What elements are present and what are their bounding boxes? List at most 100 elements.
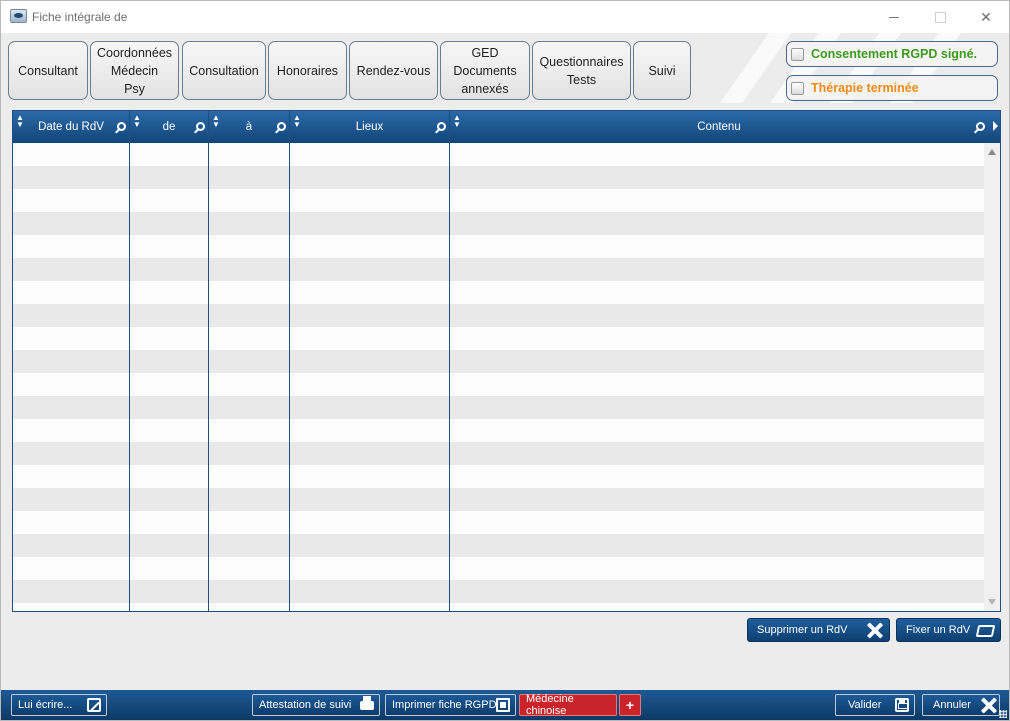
table-row[interactable] [13,166,985,189]
column-label: Lieux [355,121,384,133]
window-title: Fiche intégrale de [32,10,128,24]
checkbox-box[interactable] [791,81,804,95]
column-divider [449,111,450,611]
column-header-date[interactable]: ▲ ▼ Date du RdV [13,111,130,143]
validate-button[interactable]: Valider [835,694,915,716]
table-row[interactable] [13,488,985,511]
table-row[interactable] [13,189,985,212]
tab-honoraires[interactable]: Honoraires [268,41,347,100]
table-row[interactable] [13,557,985,580]
tab-rendez-vous-label: Rendez-vous [356,63,431,78]
rgpd-consent-label: Consentement RGPD signé. [811,47,977,61]
print-rgpd-button[interactable]: Imprimer fiche RGPD [385,694,516,716]
column-divider [208,111,209,611]
table-row[interactable] [13,304,985,327]
validate-label: Valider [848,699,882,711]
table-row[interactable] [13,235,985,258]
plus-label: + [625,697,635,713]
close-x-icon [980,697,994,711]
sort-icon[interactable]: ▲ ▼ [16,114,24,129]
search-icon[interactable] [437,122,446,131]
app-logo-icon [10,9,27,23]
column-divider [289,111,290,611]
table-row[interactable] [13,419,985,442]
column-label: Date du RdV [38,121,104,133]
table-row[interactable] [13,442,985,465]
tab-suivi-label: Suivi [648,63,676,78]
write-button[interactable]: Lui écrire... [11,694,107,716]
save-icon [895,698,909,712]
scroll-right-icon[interactable] [993,121,998,131]
minimize-icon[interactable] [871,5,917,29]
chinese-medicine-button[interactable]: Médecine chinoise [519,693,617,717]
tab-consultant[interactable]: Consultant [8,41,88,100]
tab-consultation[interactable]: Consultation [182,41,266,100]
tab-rendez-vous[interactable]: Rendez-vous [349,41,438,100]
title-bar: Fiche intégrale de ✕ [1,1,1009,33]
column-label: de [162,121,176,133]
column-label: à [245,121,253,133]
search-icon[interactable] [196,122,205,131]
close-icon[interactable]: ✕ [963,5,1009,29]
sort-icon[interactable]: ▲ ▼ [453,114,461,129]
column-header-a[interactable]: ▲ ▼ à [209,111,290,143]
delete-appointment-label: Supprimer un RdV [757,624,848,636]
tab-consultant-label: Consultant [18,63,78,78]
table-row[interactable] [13,511,985,534]
column-header-lieux[interactable]: ▲ ▼ Lieux [290,111,450,143]
rgpd-consent-checkbox[interactable]: Consentement RGPD signé. [786,41,998,67]
tab-ged[interactable]: GED Documents annexés [440,41,530,100]
appointments-table[interactable]: ▲ ▼ Date du RdV ▲ ▼ de ▲ ▼ à ▲ ▼ Lieux ▲ ▼ [12,110,1001,612]
sort-icon[interactable]: ▲ ▼ [212,114,220,129]
scroll-down-icon[interactable] [988,599,996,605]
search-icon[interactable] [117,122,126,131]
sort-icon[interactable]: ▲ ▼ [133,114,141,129]
ticket-icon [975,625,996,637]
resize-grip-icon[interactable] [999,710,1007,718]
set-appointment-button[interactable]: Fixer un RdV [896,618,1001,642]
table-row[interactable] [13,534,985,557]
table-row[interactable] [13,258,985,281]
close-x-icon [866,622,883,639]
table-body[interactable] [13,143,985,611]
set-appointment-label: Fixer un RdV [906,624,971,636]
table-row[interactable] [13,281,985,304]
tab-consultation-label: Consultation [189,63,259,78]
tab-coordonnees-label: Coordonnées Médecin Psy [96,45,173,96]
table-row[interactable] [13,373,985,396]
table-row[interactable] [13,603,985,611]
column-label: Contenu [697,121,741,133]
vertical-scrollbar[interactable] [984,143,1000,611]
scroll-up-icon[interactable] [988,149,996,155]
checkbox-box[interactable] [791,47,804,61]
search-icon[interactable] [976,122,985,131]
write-label: Lui écrire... [18,699,73,711]
column-divider [129,111,130,611]
sort-icon[interactable]: ▲ ▼ [293,114,301,129]
search-icon[interactable] [277,122,286,131]
footer-bar: Lui écrire... Attestation de suivi Impri… [1,690,1009,720]
tab-suivi[interactable]: Suivi [633,41,691,100]
table-row[interactable] [13,396,985,419]
attestation-button[interactable]: Attestation de suivi [252,694,380,716]
add-button[interactable]: + [619,694,641,716]
column-header-de[interactable]: ▲ ▼ de [130,111,209,143]
folder-icon [496,698,510,712]
tab-questionnaires-label: Questionnaires Tests [539,54,624,87]
column-header-contenu[interactable]: ▲ ▼ Contenu [450,111,988,143]
delete-appointment-button[interactable]: Supprimer un RdV [747,618,890,642]
table-row[interactable] [13,350,985,373]
printer-icon [360,696,374,710]
table-row[interactable] [13,143,985,166]
therapy-ended-checkbox[interactable]: Thérapie terminée [786,75,998,101]
table-row[interactable] [13,465,985,488]
table-row[interactable] [13,212,985,235]
edit-icon [87,698,101,712]
tab-questionnaires[interactable]: Questionnaires Tests [532,41,631,100]
cancel-button[interactable]: Annuler [922,694,1000,716]
tab-coordonnees[interactable]: Coordonnées Médecin Psy [90,41,179,100]
cancel-label: Annuler [933,699,971,711]
table-row[interactable] [13,580,985,603]
table-row[interactable] [13,327,985,350]
maximize-icon [917,5,963,29]
